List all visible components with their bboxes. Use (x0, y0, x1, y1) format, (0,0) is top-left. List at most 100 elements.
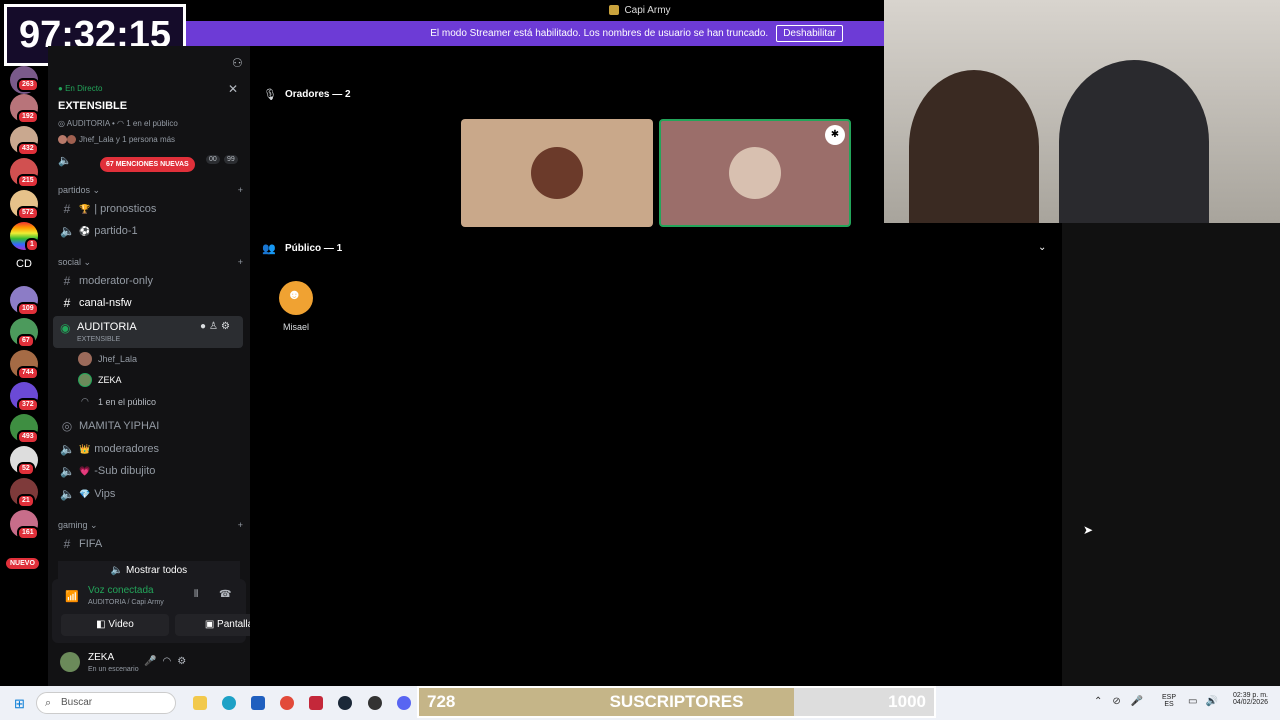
tray-icons[interactable]: ⌃⊘🎤 (1094, 696, 1153, 707)
chat-icon[interactable]: ● (200, 321, 209, 332)
channel-vips[interactable]: 🔈 💎 Vips (54, 483, 244, 505)
channel-actions[interactable]: ●♙⚙ (200, 321, 233, 332)
clock[interactable]: 02:39 p. m. 04/02/2026 (1226, 692, 1268, 706)
category-gaming[interactable]: gaming ⌄ + (58, 520, 243, 531)
user-name[interactable]: ZEKA (88, 652, 114, 663)
server-rail: 263 192 432 215 572 1 CD 109 67 744 372 … (0, 46, 48, 686)
subscriber-label: SUSCRIPTORES (609, 692, 744, 711)
soundboard-icon[interactable]: ⫴ (194, 589, 198, 600)
voice-location[interactable]: AUDITORIA / Capi Army (88, 599, 164, 606)
webcam-overlay (884, 0, 1280, 223)
hash-icon: # (63, 274, 71, 288)
channel-sub-dibujito[interactable]: 🔈 💗 -Sub dibujito (54, 460, 244, 482)
avatar[interactable] (60, 652, 80, 672)
avatar (67, 135, 76, 145)
search-input[interactable]: ⌕ Buscar (36, 692, 176, 714)
window-title: Capi Army (624, 5, 671, 16)
channel-pronosticos[interactable]: # 🏆 | pronosticos (54, 198, 244, 220)
speaker-icon: 🔈 (60, 487, 75, 501)
chrome-icon[interactable] (280, 696, 294, 710)
microphone-icon[interactable]: 🎤 (144, 656, 162, 667)
channel-emoji-icon: ⚽ (79, 225, 91, 236)
screen-label: Pantalla (217, 619, 254, 630)
edge-icon[interactable] (222, 696, 236, 710)
network-icon[interactable]: ⊘ (1112, 696, 1130, 707)
server-badge: 109 (17, 302, 39, 316)
user-controls[interactable]: 🎤◠⚙ (144, 656, 192, 667)
chevron-down-icon[interactable]: ⌄ (1038, 242, 1046, 253)
speaker-tile[interactable]: ✱ (659, 119, 851, 227)
subscriber-target: 1000 (888, 692, 926, 711)
channel-label: MAMITA YIPHAI (79, 420, 160, 432)
add-channel-icon[interactable]: + (238, 257, 243, 268)
voice-user[interactable]: Jhef_Lala (98, 354, 137, 364)
disconnect-icon[interactable]: ☎ (219, 589, 231, 600)
disable-streamer-button[interactable]: Deshabilitar (776, 25, 843, 42)
search-placeholder: Buscar (61, 697, 93, 708)
server-badge: 192 (17, 110, 39, 124)
steam-icon[interactable] (338, 696, 352, 710)
headset-icon[interactable]: ◠ (162, 656, 177, 667)
avatar (58, 135, 67, 145)
category-partidos[interactable]: partidos ⌄ + (58, 185, 243, 196)
mouse-cursor-icon: ➤ (1083, 523, 1094, 537)
channel-label: partido-1 (94, 225, 138, 237)
live-members: Jhef_Lala y 1 persona más (58, 135, 175, 145)
chevron-up-icon[interactable]: ⌃ (1094, 696, 1112, 707)
invite-icon[interactable]: ♙ (209, 321, 221, 332)
show-all-label: Mostrar todos (126, 565, 188, 576)
signal-icon: 📶 (65, 591, 79, 603)
streamer-mode-banner: El modo Streamer está habilitado. Los no… (185, 21, 885, 46)
live-channel-info: ◎ AUDITORIA • ◠ 1 en el público (58, 119, 178, 128)
tray-icons[interactable]: ▭🔊 (1188, 696, 1226, 707)
app-icon[interactable] (309, 696, 323, 710)
live-title: EXTENSIBLE (58, 100, 128, 112)
server-badge: 1 (25, 238, 39, 252)
display-icon[interactable]: ▭ (1188, 696, 1205, 707)
channel-canal-nsfw[interactable]: # canal-nsfw (54, 292, 244, 314)
obs-icon[interactable] (368, 696, 382, 710)
volume-icon[interactable]: 🔊 (1205, 696, 1225, 707)
video-button[interactable]: ◧ Video (61, 614, 169, 636)
category-partidos-label: partidos (58, 185, 91, 195)
folder-icon[interactable] (193, 696, 207, 710)
server-logo-icon (609, 5, 620, 16)
show-all-button[interactable]: 🔈 Mostrar todos (58, 561, 240, 581)
discord-icon[interactable] (397, 696, 411, 710)
windows-start-icon[interactable]: ⊞ (14, 696, 25, 712)
speaker-icon: 🔈 (60, 224, 75, 238)
channel-moderadores[interactable]: 🔈 👑 moderadores (54, 438, 244, 460)
channel-mamita[interactable]: ◎ MAMITA YIPHAI (54, 415, 244, 437)
channel-label: | pronosticos (94, 203, 157, 215)
live-status-label: En Directo (65, 84, 103, 93)
server-badge: 161 (17, 526, 39, 540)
channel-moderator-only[interactable]: # moderator-only (54, 270, 244, 292)
store-icon[interactable] (251, 696, 265, 710)
audience-member-name[interactable]: Misael (283, 322, 309, 332)
speaker-tile[interactable] (461, 119, 653, 227)
channel-sidebar: ⚇ ● En Directo ✕ EXTENSIBLE ◎ AUDITORIA … (48, 46, 283, 686)
voice-user[interactable]: ZEKA (98, 375, 122, 385)
add-user-icon[interactable]: ⚇ (232, 56, 243, 70)
channel-fifa[interactable]: # FIFA (54, 533, 244, 555)
category-social[interactable]: social ⌄ + (58, 257, 243, 268)
language-indicator[interactable]: ESP ES (1162, 694, 1176, 708)
add-channel-icon[interactable]: + (238, 520, 243, 531)
server-badge: 215 (17, 174, 39, 188)
add-channel-icon[interactable]: + (238, 185, 243, 196)
dm-shortcut[interactable]: CD (10, 258, 38, 270)
voice-status: Voz conectada (88, 585, 154, 596)
channel-auditoria-label: AUDITORIA (77, 321, 137, 333)
microphone-icon[interactable]: 🎤 (1131, 696, 1153, 707)
channel-label: -Sub dibujito (94, 465, 156, 477)
channel-partido-1[interactable]: 🔈 ⚽ partido-1 (54, 220, 244, 242)
streamer-mode-message: El modo Streamer está habilitado. Los no… (430, 28, 769, 39)
close-icon[interactable]: ✕ (228, 82, 238, 96)
avatar[interactable]: ☻ (279, 281, 313, 315)
gear-icon[interactable]: ⚙ (221, 321, 233, 332)
avatar (729, 147, 781, 199)
mentions-pill[interactable]: 67 MENCIONES NUEVAS (100, 157, 195, 172)
gear-icon[interactable]: ⚙ (177, 656, 192, 667)
camera-icon: ◧ (96, 619, 109, 630)
avatar (531, 147, 583, 199)
